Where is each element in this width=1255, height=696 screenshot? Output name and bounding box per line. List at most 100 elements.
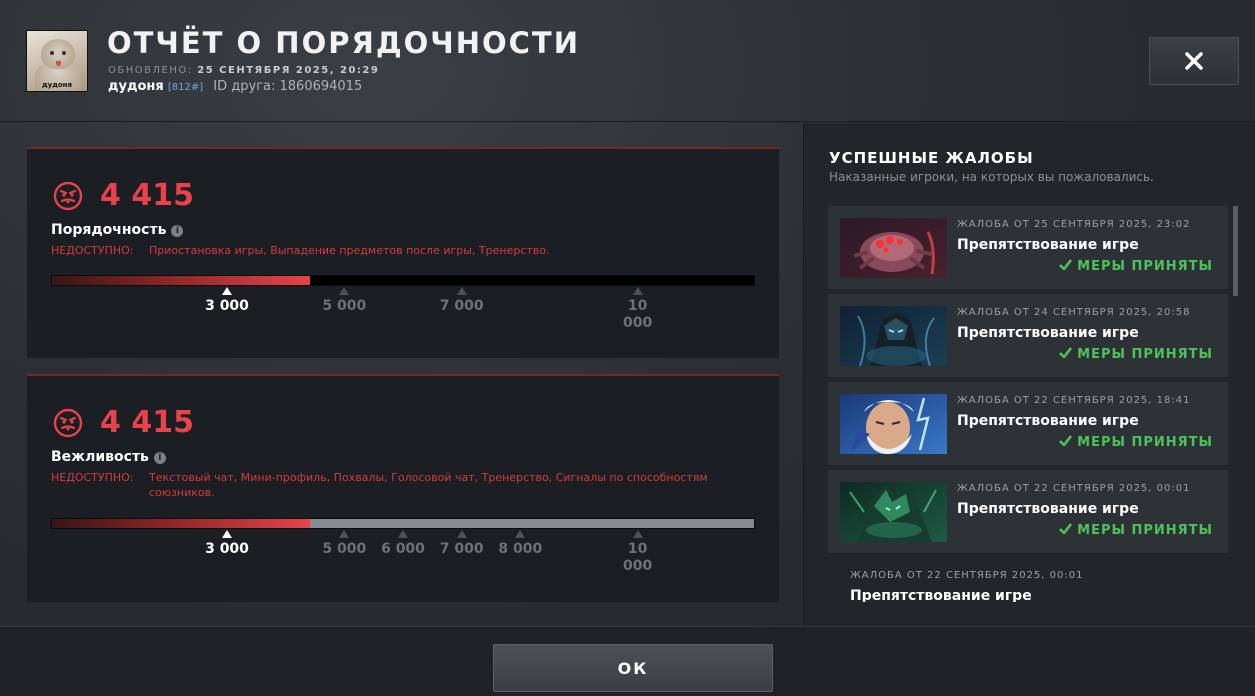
conduct-progress-bar xyxy=(51,275,755,286)
conduct-panel: 4 415 Порядочность i НЕДОСТУПНО: Приостано… xyxy=(27,147,779,358)
conduct-score: 4 415 xyxy=(100,178,194,213)
courtesy-score: 4 415 xyxy=(100,405,194,440)
check-icon xyxy=(1058,435,1072,447)
avatar-cat-eye xyxy=(62,51,66,55)
hero-portrait-image xyxy=(840,306,947,366)
report-status: МЕРЫ ПРИНЯТЫ xyxy=(1058,347,1213,362)
avatar-cat-eye xyxy=(50,51,54,55)
info-icon[interactable]: i xyxy=(153,452,166,464)
courtesy-progress-fill xyxy=(52,519,311,528)
close-button[interactable] xyxy=(1149,37,1239,85)
conduct-unavailable: НЕДОСТУПНО: Приостановка игры, Выпадение … xyxy=(51,243,749,258)
report-reason: Препятствование игре xyxy=(957,237,1139,253)
dialog-header: дудоня ОТЧЁТ О ПОРЯДОЧНОСТИ ОБНОВЛЕНО: 2… xyxy=(0,0,1255,122)
report-status: МЕРЫ ПРИНЯТЫ xyxy=(1058,523,1213,538)
conduct-report-dialog: дудоня ОТЧЁТ О ПОРЯДОЧНОСТИ ОБНОВЛЕНО: 2… xyxy=(0,0,1255,696)
milestone-label: 5 000 xyxy=(322,298,367,314)
report-item[interactable]: ЖАЛОБА ОТ 22 СЕНТЯБРЯ 2025, 00:01 Препят… xyxy=(828,470,1228,553)
courtesy-progress-bar xyxy=(51,518,755,529)
check-icon xyxy=(1058,523,1072,535)
courtesy-panel: 4 415 Вежливость i НЕДОСТУПНО: Текстовый ч… xyxy=(27,374,779,602)
reports-list[interactable]: ЖАЛОБА ОТ 25 СЕНТЯБРЯ 2025, 23:02 Препят… xyxy=(828,206,1240,602)
friend-id: ID друга: 1860694015 xyxy=(213,79,363,94)
unavailable-label: НЕДОСТУПНО: xyxy=(51,244,134,257)
report-date: ЖАЛОБА ОТ 24 СЕНТЯБРЯ 2025, 20:58 xyxy=(957,307,1191,318)
milestone-tick-icon xyxy=(632,287,643,295)
report-item[interactable]: ЖАЛОБА ОТ 22 СЕНТЯБРЯ 2025, 00:01 Препят… xyxy=(828,558,1228,602)
updated-value: 25 СЕНТЯБРЯ 2025, 20:29 xyxy=(197,65,380,76)
page-title: ОТЧЁТ О ПОРЯДОЧНОСТИ xyxy=(107,26,580,60)
underlord-portrait xyxy=(840,482,947,542)
check-icon xyxy=(1058,347,1072,359)
milestone-tick-icon xyxy=(222,287,232,295)
milestone-label: 10 000 xyxy=(623,541,653,574)
info-icon[interactable]: i xyxy=(171,225,184,237)
report-date: ЖАЛОБА ОТ 22 СЕНТЯБРЯ 2025, 00:01 xyxy=(850,570,1084,581)
broodmother-portrait xyxy=(840,218,947,278)
milestone-tick-icon xyxy=(222,530,232,538)
conduct-label: Порядочность i xyxy=(51,222,184,238)
updated-label: ОБНОВЛЕНО: xyxy=(108,65,193,76)
check-icon xyxy=(1058,259,1072,271)
avatar-cat-tongue xyxy=(56,61,61,66)
milestone-tick-icon xyxy=(339,530,350,538)
report-date: ЖАЛОБА ОТ 25 СЕНТЯБРЯ 2025, 23:02 xyxy=(957,219,1191,230)
milestone-tick-icon xyxy=(456,530,467,538)
close-icon xyxy=(1185,52,1203,70)
reports-scrollbar[interactable] xyxy=(1233,206,1238,296)
section-title: УСПЕШНЫЕ ЖАЛОБЫ xyxy=(829,149,1034,167)
milestone-label: 8 000 xyxy=(498,541,543,557)
milestone-label: 7 000 xyxy=(439,541,484,557)
milestone-tick-icon xyxy=(339,287,350,295)
zeus-portrait xyxy=(840,394,947,454)
report-status: МЕРЫ ПРИНЯТЫ xyxy=(1058,259,1213,274)
milestone-tick-icon xyxy=(515,530,526,538)
report-reason: Препятствование игре xyxy=(957,325,1139,341)
milestone-label: 3 000 xyxy=(205,541,249,557)
unavailable-list: Приостановка игры, Выпадение предметов п… xyxy=(149,244,550,257)
conduct-progress-fill xyxy=(52,276,311,285)
user-tag: [812#] xyxy=(167,82,204,93)
report-item[interactable]: ЖАЛОБА ОТ 22 СЕНТЯБРЯ 2025, 18:41 Препят… xyxy=(828,382,1228,465)
milestone-label: 3 000 xyxy=(205,298,249,314)
abaddon-portrait xyxy=(840,306,947,366)
angry-face-icon xyxy=(53,408,83,438)
avatar[interactable]: дудоня xyxy=(26,30,88,92)
dialog-footer: ОК xyxy=(0,626,1255,696)
milestone-label: 5 000 xyxy=(322,541,367,557)
hero-portrait-image xyxy=(840,394,947,454)
milestone-label: 7 000 xyxy=(439,298,484,314)
report-status: МЕРЫ ПРИНЯТЫ xyxy=(1058,435,1213,450)
courtesy-unavailable: НЕДОСТУПНО: Текстовый чат, Мини-профиль, … xyxy=(51,470,749,500)
avatar-caption: дудоня xyxy=(41,81,72,89)
report-status-label: МЕРЫ ПРИНЯТЫ xyxy=(1077,259,1213,274)
report-reason: Препятствование игре xyxy=(957,413,1139,429)
updated-line: ОБНОВЛЕНО: 25 СЕНТЯБРЯ 2025, 20:29 xyxy=(108,65,379,76)
milestone-tick-icon xyxy=(456,287,467,295)
report-status-label: МЕРЫ ПРИНЯТЫ xyxy=(1077,347,1213,362)
report-date: ЖАЛОБА ОТ 22 СЕНТЯБРЯ 2025, 00:01 xyxy=(957,483,1191,494)
unavailable-list: Текстовый чат, Мини-профиль, Похвалы, Го… xyxy=(149,471,708,499)
unavailable-label: НЕДОСТУПНО: xyxy=(51,471,134,484)
courtesy-label: Вежливость i xyxy=(51,449,166,465)
user-line: дудоня [812#] ID друга: 1860694015 xyxy=(108,79,362,94)
report-reason: Препятствование игре xyxy=(850,588,1032,602)
courtesy-label-text: Вежливость xyxy=(51,449,149,465)
milestone-label: 10 000 xyxy=(623,298,653,331)
ok-button[interactable]: ОК xyxy=(493,644,773,692)
username[interactable]: дудоня xyxy=(108,79,164,94)
section-subtitle: Наказанные игроки, на которых вы пожалов… xyxy=(829,170,1154,184)
report-reason: Препятствование игре xyxy=(957,501,1139,517)
report-status-label: МЕРЫ ПРИНЯТЫ xyxy=(1077,523,1213,538)
conduct-label-text: Порядочность xyxy=(51,222,167,238)
angry-face-icon xyxy=(53,181,83,211)
report-item[interactable]: ЖАЛОБА ОТ 25 СЕНТЯБРЯ 2025, 23:02 Препят… xyxy=(828,206,1228,289)
successful-reports-section: УСПЕШНЫЕ ЖАЛОБЫ Наказанные игроки, на ко… xyxy=(803,123,1255,626)
report-status-label: МЕРЫ ПРИНЯТЫ xyxy=(1077,435,1213,450)
report-date: ЖАЛОБА ОТ 22 СЕНТЯБРЯ 2025, 18:41 xyxy=(957,395,1191,406)
hero-portrait-image xyxy=(840,482,947,542)
report-item[interactable]: ЖАЛОБА ОТ 24 СЕНТЯБРЯ 2025, 20:58 Препят… xyxy=(828,294,1228,377)
hero-portrait-image xyxy=(840,218,947,278)
milestone-label: 6 000 xyxy=(381,541,425,557)
milestone-tick-icon xyxy=(398,530,408,538)
